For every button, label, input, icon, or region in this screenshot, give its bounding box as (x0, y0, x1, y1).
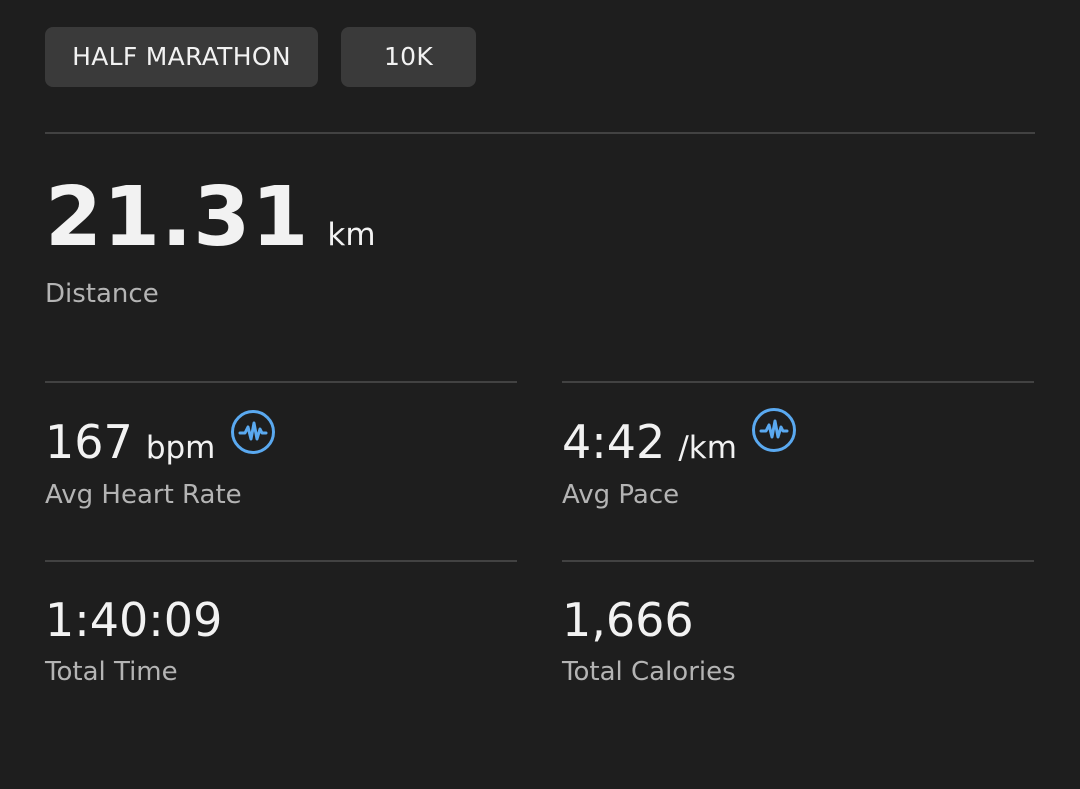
distance-stat: 21.31 km (45, 168, 376, 268)
divider (45, 381, 517, 383)
heart-rate-value: 167 (45, 415, 133, 469)
total-time-value: 1:40:09 (45, 593, 223, 647)
calories-value: 1,666 (562, 593, 694, 647)
pace-label: Avg Pace (562, 480, 680, 510)
divider (562, 381, 1034, 383)
total-time-stat: 1:40:09 (45, 592, 222, 648)
run-summary: HALF MARATHON 10K 21.31 km Distance 167 … (0, 0, 1080, 789)
pace-unit: /km (678, 430, 737, 466)
tab-10k[interactable]: 10K (341, 27, 476, 87)
distance-value: 21.31 (45, 170, 310, 265)
calories-label: Total Calories (562, 657, 736, 687)
race-tabs: HALF MARATHON 10K (45, 27, 476, 87)
heart-rate-icon[interactable] (751, 407, 797, 453)
heart-rate-stat: 167 bpm (45, 414, 215, 470)
total-time-label: Total Time (45, 657, 178, 687)
calories-stat: 1,666 (562, 592, 694, 648)
divider (45, 560, 517, 562)
heart-rate-label: Avg Heart Rate (45, 480, 242, 510)
heart-rate-unit: bpm (145, 430, 216, 466)
tab-half-marathon[interactable]: HALF MARATHON (45, 27, 318, 87)
pace-stat: 4:42 /km (562, 414, 737, 470)
distance-unit: km (327, 217, 376, 253)
heart-rate-icon[interactable] (230, 409, 276, 455)
pace-value: 4:42 (562, 415, 666, 469)
divider (562, 560, 1034, 562)
distance-label: Distance (45, 279, 159, 309)
divider (45, 132, 1035, 134)
